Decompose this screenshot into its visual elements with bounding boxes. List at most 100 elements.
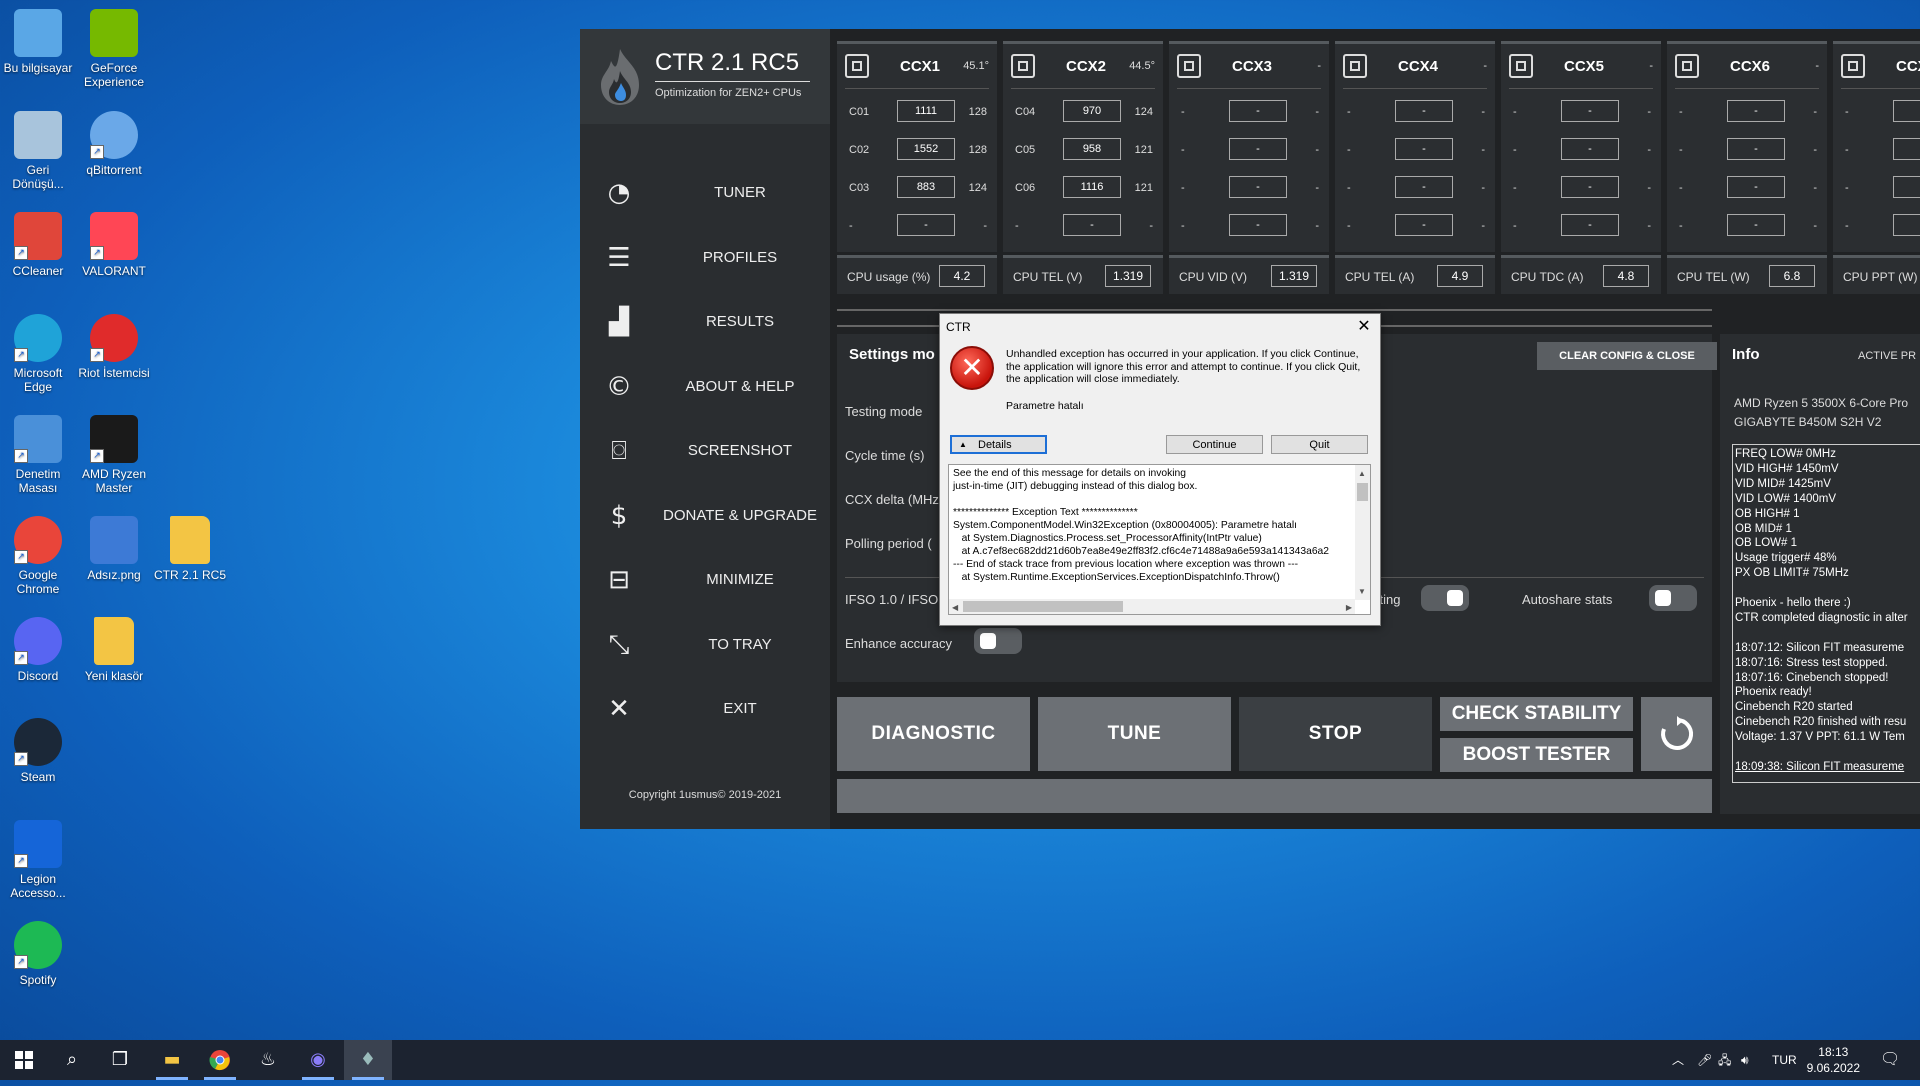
check-stability-button[interactable]: CHECK STABILITY bbox=[1440, 697, 1633, 731]
scroll-left-icon[interactable]: ◀ bbox=[952, 601, 958, 614]
core-frequency-field[interactable]: - bbox=[1561, 176, 1619, 198]
nav-item-results[interactable]: ▟ RESULTS bbox=[580, 297, 830, 347]
core-frequency-field[interactable]: - bbox=[1395, 100, 1453, 122]
core-frequency-field[interactable]: - bbox=[1395, 138, 1453, 160]
volume-icon[interactable]: 🔊︎ bbox=[1741, 1040, 1749, 1080]
desktop-icon[interactable]: ↗ Microsoft Edge bbox=[0, 310, 76, 394]
core-frequency-field[interactable]: - bbox=[1395, 214, 1453, 236]
continue-button[interactable]: Continue bbox=[1166, 435, 1263, 454]
tune-button[interactable]: TUNE bbox=[1038, 697, 1231, 771]
core-frequency-field[interactable]: - bbox=[1561, 138, 1619, 160]
boost-tester-button[interactable]: BOOST TESTER bbox=[1440, 738, 1633, 772]
scroll-up-icon[interactable]: ▲ bbox=[1358, 467, 1366, 480]
desktop-icon[interactable]: ↗ Spotify bbox=[0, 917, 76, 987]
diagnostic-button[interactable]: DIAGNOSTIC bbox=[837, 697, 1030, 771]
file-explorer-icon[interactable]: ▬ bbox=[148, 1040, 196, 1080]
desktop-icon[interactable]: ↗ AMD Ryzen Master bbox=[76, 411, 152, 495]
nav-item-to-tray[interactable]: ⤡ TO TRAY bbox=[580, 620, 830, 670]
core-frequency-field[interactable]: - bbox=[897, 214, 955, 236]
ccx-name: CCX1 bbox=[900, 58, 941, 75]
desktop-icon[interactable]: ↗ Google Chrome bbox=[0, 512, 76, 596]
core-frequency-field[interactable]: - bbox=[1229, 138, 1287, 160]
log-line: 18:07:16: Cinebench stopped! bbox=[1735, 671, 1889, 684]
language-indicator[interactable]: TUR bbox=[1772, 1040, 1797, 1080]
ctr-taskbar-icon[interactable]: ♦ bbox=[344, 1040, 392, 1080]
core-frequency-field[interactable]: - bbox=[1893, 176, 1920, 198]
core-frequency-field[interactable]: - bbox=[1395, 176, 1453, 198]
desktop-icon[interactable]: Yeni klasör bbox=[76, 613, 152, 683]
stop-button[interactable]: STOP bbox=[1239, 697, 1432, 771]
desktop-icon[interactable]: ↗ Discord bbox=[0, 613, 76, 683]
core-frequency-field[interactable]: - bbox=[1727, 138, 1785, 160]
progress-bar bbox=[837, 779, 1712, 813]
core-frequency-field[interactable]: - bbox=[1727, 176, 1785, 198]
core-frequency-field[interactable]: 958 bbox=[1063, 138, 1121, 160]
core-frequency-field[interactable]: 1116 bbox=[1063, 176, 1121, 198]
testing-toggle[interactable] bbox=[1421, 585, 1469, 611]
details-hscroll[interactable]: ◀ ▶ bbox=[949, 599, 1355, 614]
search-icon[interactable]: ⌕ bbox=[48, 1040, 96, 1080]
nav-item-profiles[interactable]: ☰ PROFILES bbox=[580, 233, 830, 283]
network-icon[interactable]: 🖧︎ bbox=[1718, 1040, 1731, 1080]
error-icon: ✕ bbox=[950, 346, 994, 390]
core-frequency-field[interactable]: - bbox=[1063, 214, 1121, 236]
autoshare-toggle[interactable] bbox=[1649, 585, 1697, 611]
nav-item-about-help[interactable]: © ABOUT & HELP bbox=[580, 362, 830, 412]
scroll-down-icon[interactable]: ▼ bbox=[1358, 585, 1366, 598]
core-frequency-field[interactable]: - bbox=[1727, 214, 1785, 236]
vscroll-thumb[interactable] bbox=[1357, 483, 1368, 501]
core-frequency-field[interactable]: - bbox=[1727, 100, 1785, 122]
core-frequency-field[interactable]: - bbox=[1561, 214, 1619, 236]
enhance-accuracy-toggle[interactable] bbox=[974, 628, 1022, 654]
clock[interactable]: 18:13 9.06.2022 bbox=[1807, 1044, 1860, 1076]
core-frequency-field[interactable]: - bbox=[1561, 100, 1619, 122]
core-frequency-field[interactable]: 970 bbox=[1063, 100, 1121, 122]
core-frequency-field[interactable]: 1552 bbox=[897, 138, 955, 160]
desktop-icon[interactable]: ↗ qBittorrent bbox=[76, 107, 152, 177]
desktop-icon[interactable]: CTR 2.1 RC5 bbox=[152, 512, 228, 582]
nav-item-tuner[interactable]: ◔ TUNER bbox=[580, 168, 830, 218]
desktop-icon[interactable]: ↗ CCleaner bbox=[0, 208, 76, 278]
quit-button[interactable]: Quit bbox=[1271, 435, 1368, 454]
core-frequency-field[interactable]: - bbox=[1893, 214, 1920, 236]
chrome-taskbar-icon[interactable] bbox=[196, 1040, 244, 1080]
core-frequency-field[interactable]: - bbox=[1893, 138, 1920, 160]
steam-taskbar-icon[interactable]: ♨ bbox=[244, 1040, 292, 1080]
desktop-icon[interactable]: ↗ Riot İstemcisi bbox=[76, 310, 152, 380]
log-line: Phoenix ready! bbox=[1735, 686, 1812, 699]
microphone-icon[interactable]: 🎤︎ bbox=[1697, 1040, 1712, 1080]
desktop-icon[interactable]: ↗ Legion Accesso... bbox=[0, 816, 76, 900]
nav-item-donate-upgrade[interactable]: $ DONATE & UPGRADE bbox=[580, 491, 830, 541]
hscroll-thumb[interactable] bbox=[963, 601, 1123, 612]
refresh-button[interactable] bbox=[1641, 697, 1712, 771]
task-view-icon[interactable]: ❐ bbox=[96, 1040, 144, 1080]
details-button[interactable]: ▲ Details bbox=[950, 435, 1047, 454]
desktop-icon[interactable]: ↗ VALORANT bbox=[76, 208, 152, 278]
app-subtitle: Optimization for ZEN2+ CPUs bbox=[655, 87, 802, 99]
info-log[interactable]: FREQ LOW# 0MHz VID HIGH# 1450mV VID MID# 1… bbox=[1732, 444, 1920, 783]
start-button[interactable] bbox=[0, 1040, 48, 1080]
core-frequency-field[interactable]: - bbox=[1229, 214, 1287, 236]
nav-item-screenshot[interactable]: ⌼ SCREENSHOT bbox=[580, 426, 830, 476]
tray-expand-icon[interactable]: ︿ bbox=[1672, 1040, 1684, 1080]
nav-item-minimize[interactable]: ⊟ MINIMIZE bbox=[580, 555, 830, 605]
desktop-icon[interactable]: Bu bilgisayar bbox=[0, 5, 76, 75]
core-frequency-field[interactable]: - bbox=[1229, 100, 1287, 122]
core-frequency-field[interactable]: 883 bbox=[897, 176, 955, 198]
discord-taskbar-icon[interactable]: ◉ bbox=[294, 1040, 342, 1080]
nav-item-exit[interactable]: ✕ EXIT bbox=[580, 684, 830, 734]
notifications-icon[interactable]: 🗨︎ bbox=[1880, 1040, 1900, 1080]
clear-config-button[interactable]: CLEAR CONFIG & CLOSE bbox=[1537, 342, 1717, 370]
core-frequency-field[interactable]: - bbox=[1893, 100, 1920, 122]
details-vscroll[interactable]: ▲ ▼ bbox=[1355, 465, 1370, 600]
desktop-icon[interactable]: GeForce Experience bbox=[76, 5, 152, 89]
details-textbox[interactable]: See the end of this message for details … bbox=[948, 464, 1371, 615]
core-frequency-field[interactable]: - bbox=[1229, 176, 1287, 198]
desktop-icon[interactable]: Adsız.png bbox=[76, 512, 152, 582]
dialog-close-icon[interactable]: ✕ bbox=[1354, 316, 1374, 336]
scroll-right-icon[interactable]: ▶ bbox=[1346, 601, 1352, 614]
core-frequency-field[interactable]: 1111 bbox=[897, 100, 955, 122]
desktop-icon[interactable]: Geri Dönüşü... bbox=[0, 107, 76, 191]
desktop-icon[interactable]: ↗ Denetim Masası bbox=[0, 411, 76, 495]
desktop-icon[interactable]: ↗ Steam bbox=[0, 714, 76, 784]
